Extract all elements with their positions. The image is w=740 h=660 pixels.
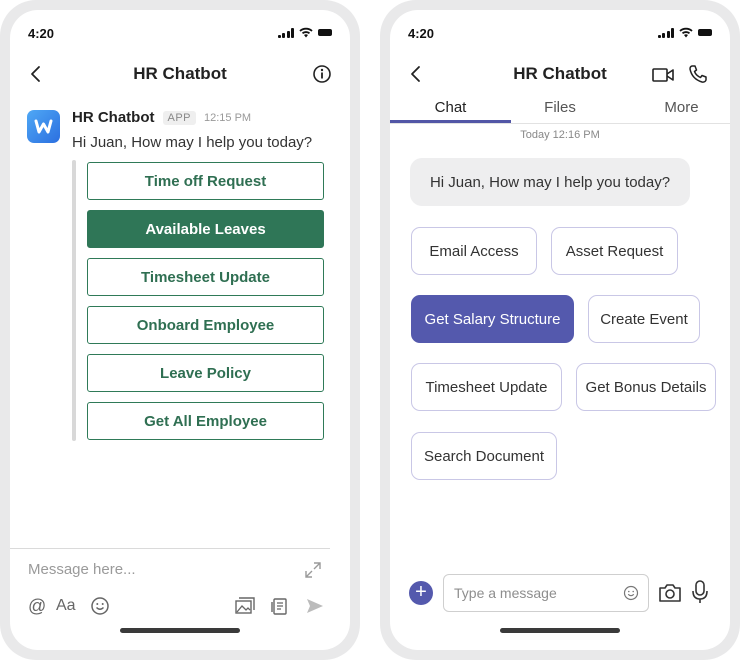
- left-phone: 4:20 HR Chatbot HR Chatbot APP 12:15 PM …: [0, 0, 360, 660]
- message-text: Hi Juan, How may I help you today?: [72, 134, 313, 151]
- option-leave-policy[interactable]: Leave Policy: [87, 354, 324, 392]
- status-icons: [657, 27, 712, 38]
- chat-header: HR Chatbot: [390, 56, 730, 92]
- chip-search-document[interactable]: Search Document: [411, 432, 557, 480]
- bot-logo-icon: [34, 119, 53, 134]
- home-indicator: [120, 628, 240, 633]
- tab-files[interactable]: Files: [511, 99, 609, 116]
- chip-create-event[interactable]: Create Event: [588, 295, 700, 343]
- video-icon[interactable]: [651, 66, 675, 84]
- active-tab-indicator: [390, 120, 511, 123]
- chip-asset-request[interactable]: Asset Request: [551, 227, 678, 275]
- camera-icon[interactable]: [658, 582, 682, 604]
- chip-get-salary-structure[interactable]: Get Salary Structure: [411, 295, 574, 343]
- info-icon[interactable]: [312, 64, 332, 84]
- signal-icon: [277, 27, 294, 38]
- option-timesheet-update[interactable]: Timesheet Update: [87, 258, 324, 296]
- chip-email-access[interactable]: Email Access: [411, 227, 537, 275]
- status-bar: 4:20: [10, 10, 350, 56]
- wifi-icon: [679, 27, 693, 38]
- message-input[interactable]: Type a message: [443, 574, 649, 612]
- chip-get-bonus-details[interactable]: Get Bonus Details: [576, 363, 716, 411]
- status-time: 4:20: [408, 26, 435, 41]
- signal-icon: [657, 27, 674, 38]
- tab-chat[interactable]: Chat: [390, 99, 511, 116]
- wifi-icon: [299, 27, 313, 38]
- chat-header: HR Chatbot: [10, 56, 350, 92]
- message-timestamp: Today 12:16 PM: [520, 129, 600, 141]
- battery-icon: [698, 29, 712, 36]
- option-time-off-request[interactable]: Time off Request: [87, 162, 324, 200]
- tab-more[interactable]: More: [625, 99, 730, 116]
- message-input[interactable]: Message here...: [28, 561, 136, 578]
- battery-icon: [318, 29, 332, 36]
- message-header: HR Chatbot APP 12:15 PM: [72, 109, 251, 126]
- status-time: 4:20: [28, 26, 55, 41]
- composer-divider: [10, 548, 330, 549]
- image-icon[interactable]: [234, 596, 256, 616]
- emoji-icon[interactable]: [90, 596, 110, 616]
- mention-label: @: [28, 595, 47, 616]
- attach-icon[interactable]: [270, 596, 290, 616]
- phone-icon[interactable]: [688, 64, 708, 84]
- option-available-leaves[interactable]: Available Leaves: [87, 210, 324, 248]
- header-title: HR Chatbot: [133, 64, 227, 83]
- message-time: 12:15 PM: [204, 111, 252, 124]
- tab-bar: Chat Files More: [390, 96, 730, 124]
- add-button[interactable]: +: [409, 581, 433, 605]
- status-bar: 4:20: [390, 10, 730, 56]
- expand-icon[interactable]: [304, 561, 322, 579]
- home-indicator: [500, 628, 620, 633]
- emoji-icon[interactable]: [623, 585, 639, 601]
- sender-name: HR Chatbot: [72, 109, 155, 126]
- right-screen: 4:20 HR Chatbot Chat Files More Today 12…: [390, 10, 730, 650]
- format-button[interactable]: Aa: [56, 596, 76, 616]
- bot-message-bubble: Hi Juan, How may I help you today?: [410, 158, 690, 206]
- right-phone: 4:20 HR Chatbot Chat Files More Today 12…: [380, 0, 740, 660]
- left-screen: 4:20 HR Chatbot HR Chatbot APP 12:15 PM …: [10, 10, 350, 650]
- format-label: Aa: [56, 597, 76, 614]
- send-icon[interactable]: [305, 596, 325, 616]
- header-title: HR Chatbot: [513, 64, 607, 83]
- option-onboard-employee[interactable]: Onboard Employee: [87, 306, 324, 344]
- mention-button[interactable]: @: [28, 596, 46, 616]
- option-get-all-employee[interactable]: Get All Employee: [87, 402, 324, 440]
- options-quote-bar: [72, 160, 76, 441]
- chip-timesheet-update[interactable]: Timesheet Update: [411, 363, 562, 411]
- mic-icon[interactable]: [690, 579, 710, 605]
- status-icons: [277, 27, 332, 38]
- app-badge: APP: [162, 110, 197, 125]
- bot-avatar: [27, 110, 60, 143]
- message-placeholder: Type a message: [454, 585, 557, 601]
